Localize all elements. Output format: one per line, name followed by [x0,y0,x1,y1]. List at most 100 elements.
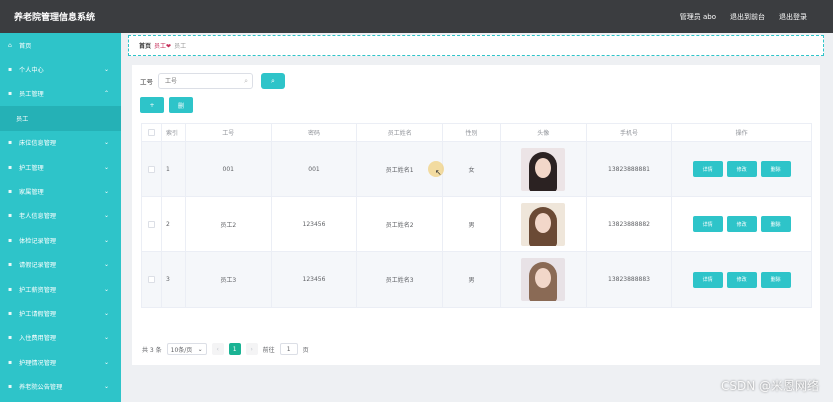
search-button[interactable]: ⌕ [261,73,285,89]
app-title: 养老院管理信息系统 [14,13,96,23]
cell-password: 123456 [272,252,358,307]
cell-avatar [501,142,587,196]
sidebar-item-staff-mgmt[interactable]: ▪ 员工管理 ⌃ [0,82,121,106]
page-number[interactable]: 1 [228,343,241,355]
cell-ops: 详情 修改 删除 [672,197,811,251]
checkbox[interactable] [147,165,155,173]
goto-input[interactable]: 1 [279,343,298,355]
delete-button[interactable]: 删除 [760,161,791,177]
back-to-front-link[interactable]: 退出到前台 [730,12,765,22]
chevron-down-icon: ⌄ [103,188,109,196]
delete-button[interactable]: 删除 [760,271,791,288]
next-page-button[interactable]: › [245,343,258,355]
pager-total: 共 3 条 [142,346,162,354]
avatar [521,202,566,246]
sidebar-item-bed[interactable]: ▪ 床位信息管理 ⌄ [0,131,121,155]
checkbox[interactable] [147,276,155,283]
menu-icon: ▪ [8,309,13,317]
edit-button[interactable]: 修改 [726,161,757,177]
chevron-down-icon: ⌄ [103,309,109,317]
sidebar-item-home[interactable]: ⌂ 首页 [0,33,121,57]
search-input[interactable] [159,74,239,88]
avatar [521,258,566,301]
edit-button[interactable]: 修改 [726,271,757,288]
col-phone: 手机号 [587,124,673,141]
sidebar-item-leave[interactable]: ▪ 请假记录管理 ⌄ [0,253,121,277]
page-size-select[interactable]: 10条/页 ⌄ [166,343,207,355]
breadcrumb-section[interactable]: 员工❤ [154,41,171,50]
admin-label: 管理员 abo [679,12,716,21]
table-row: 2 员工2 123456 员工姓名2 男 13823888882 详情 修改 删… [142,197,811,252]
chevron-right-icon: › [250,345,253,353]
cursor-icon: ↖ [435,168,442,177]
select-all-cell[interactable] [142,124,162,141]
sidebar-item-caregiver[interactable]: ▪ 护工管理 ⌄ [0,155,121,179]
table-header: 索引 工号 密码 员工姓名 性别 头像 手机号 操作 [142,124,811,142]
cell-password: 001 [272,142,358,196]
sidebar-item-staff[interactable]: 员工 [0,106,121,131]
menu-icon: ▪ [8,212,13,220]
cell-name: 员工姓名3 [357,252,444,307]
chevron-down-icon: ⌄ [103,163,109,171]
sidebar-item-elder[interactable]: ▪ 老人信息管理 ⌄ [0,204,121,228]
sidebar-item-checkup[interactable]: ▪ 体检记录管理 ⌄ [0,228,121,252]
sidebar-item-family[interactable]: ▪ 家属管理 ⌄ [0,179,121,203]
chevron-down-icon: ⌄ [197,345,203,353]
delete-button[interactable]: 删除 [760,216,791,232]
col-password: 密码 [272,124,358,141]
detail-button[interactable]: 详情 [692,271,723,288]
cell-name: 员工姓名2 [357,197,444,251]
list-panel: 工号 ⌕ ⌕ + 删 索引 工号 密码 员工姓名 性别 头像 手机号 操作 [132,65,820,365]
search-icon: ⌕ [271,76,275,85]
detail-button[interactable]: 详情 [692,216,723,232]
row-checkbox-cell[interactable] [142,252,162,307]
cell-no: 001 [186,142,272,196]
chevron-up-icon: ⌃ [103,90,109,98]
cell-ops: 详情 修改 删除 [672,142,811,196]
row-checkbox-cell[interactable] [142,142,162,196]
checkbox[interactable] [147,220,155,228]
menu-icon: ▪ [8,236,13,244]
prev-page-button[interactable]: ‹ [211,343,224,355]
sidebar-item-notice[interactable]: ▪ 养老院公告管理 ⌄ [0,374,121,398]
menu-icon: ▪ [8,358,13,366]
menu-icon: ▪ [8,90,13,98]
breadcrumb-current: 员工 [174,43,187,50]
sidebar-item-care[interactable]: ▪ 护理情况管理 ⌄ [0,350,121,374]
chevron-down-icon: ⌄ [103,66,109,74]
cell-no: 员工3 [186,252,272,307]
pagination: 共 3 条 10条/页 ⌄ ‹ 1 › 前往 1 页 [142,343,309,355]
detail-button[interactable]: 详情 [692,161,723,177]
row-checkbox-cell[interactable] [142,197,162,251]
menu-icon: ▪ [8,66,13,74]
sidebar-item-salary[interactable]: ▪ 护工薪资管理 ⌄ [0,277,121,301]
cell-sex: 女 [443,142,501,196]
breadcrumb: 首页 员工❤ 员工 [128,35,824,56]
menu-icon: ▪ [8,188,13,196]
chevron-down-icon: ⌄ [103,383,109,391]
table-row: 3 员工3 123456 员工姓名3 男 13823888883 详情 修改 删… [142,252,811,307]
edit-button[interactable]: 修改 [726,216,757,232]
search-row: 工号 ⌕ ⌕ [140,73,285,89]
table-row: 1 001 001 员工姓名1 女 13823888881 详情 修改 删除 [142,142,811,197]
staff-table: 索引 工号 密码 员工姓名 性别 头像 手机号 操作 1 001 001 员工姓… [141,123,812,308]
cell-password: 123456 [272,197,358,251]
add-button[interactable]: + [140,97,164,113]
checkbox[interactable] [147,129,155,136]
search-label: 工号 [140,78,153,86]
sidebar-item-caregiver-leave[interactable]: ▪ 护工请假管理 ⌄ [0,301,121,325]
sidebar-item-fees[interactable]: ▪ 入住费用管理 ⌄ [0,326,121,350]
menu-icon: ⌂ [8,41,12,49]
chevron-down-icon: ⌄ [103,236,109,244]
cell-avatar [501,197,587,251]
sidebar-item-profile[interactable]: ▪ 个人中心 ⌄ [0,57,121,81]
menu-icon: ▪ [8,261,13,269]
chevron-down-icon: ⌄ [103,139,109,147]
cell-phone: 13823888882 [587,197,673,251]
breadcrumb-home[interactable]: 首页 [139,41,151,50]
menu-icon: ▪ [8,383,13,391]
batch-delete-button[interactable]: 删 [169,97,193,113]
chevron-down-icon: ⌄ [103,285,109,293]
logout-link[interactable]: 退出登录 [779,12,807,22]
search-field[interactable]: ⌕ [158,73,253,89]
